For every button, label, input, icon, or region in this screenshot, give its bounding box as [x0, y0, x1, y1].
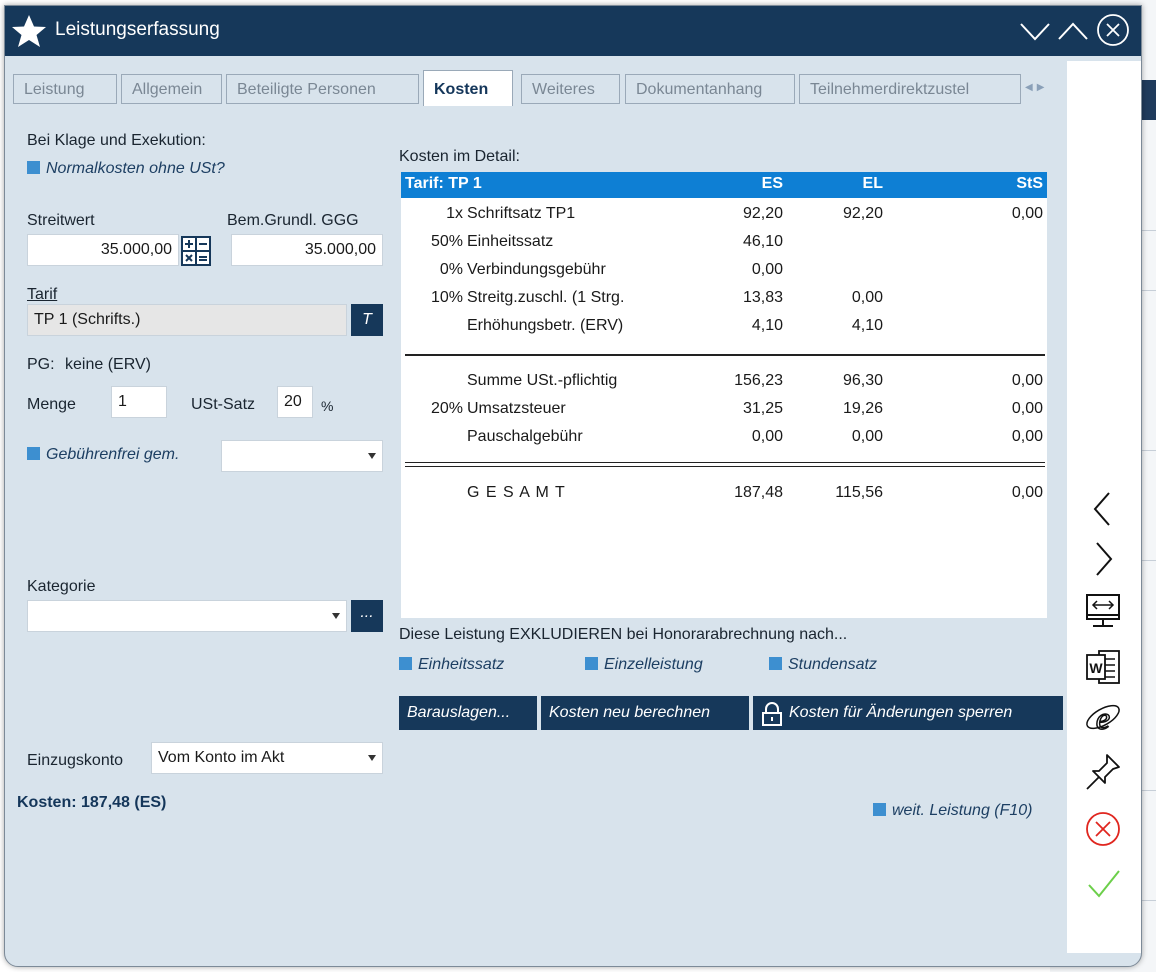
internet-explorer-icon[interactable]: e: [1081, 697, 1125, 737]
kosten-neu-berechnen-button[interactable]: Kosten neu berechnen: [541, 696, 749, 730]
einzugskonto-dropdown[interactable]: Vom Konto im Akt: [151, 742, 383, 774]
divider: [405, 354, 1045, 356]
barauslagen-button[interactable]: Barauslagen...: [399, 696, 537, 730]
streitwert-label: Streitwert: [27, 212, 95, 229]
expand-up-icon[interactable]: [1055, 12, 1091, 48]
weitere-leistung-checkbox[interactable]: weit. Leistung (F10): [873, 802, 1033, 820]
lock-icon: [762, 702, 782, 726]
checkbox-square: [27, 161, 40, 174]
header-el: EL: [862, 175, 883, 192]
header-sts: StS: [1016, 175, 1043, 192]
confirm-check-icon[interactable]: [1081, 863, 1125, 903]
chevron-down-icon: [332, 613, 340, 619]
cost-table-header: Tarif: TP 1 ES EL StS: [401, 172, 1047, 198]
pg-value: keine (ERV): [65, 356, 151, 373]
exclude-label: Diese Leistung EXKLUDIEREN bei Honorarab…: [399, 626, 848, 643]
checkbox-square: [399, 657, 412, 670]
ust-satz-input[interactable]: 20: [277, 386, 313, 418]
leistungserfassung-dialog: Leistungserfassung Leistung Allgemein Be…: [4, 5, 1142, 967]
header-tarif: Tarif: TP 1: [405, 175, 482, 192]
menge-label: Menge: [27, 396, 76, 413]
tab-dokumentanhang[interactable]: Dokumentanhang: [625, 74, 795, 104]
exclude-einzelleistung-checkbox[interactable]: Einzelleistung: [585, 656, 703, 674]
star-icon: [12, 15, 46, 47]
klage-label: Bei Klage und Exekution:: [27, 132, 206, 149]
right-sidebar: W e: [1067, 61, 1141, 953]
svg-text:W: W: [1089, 660, 1103, 676]
pin-icon[interactable]: [1081, 751, 1125, 791]
kategorie-dropdown[interactable]: [27, 600, 347, 632]
streitwert-input[interactable]: 35.000,00: [27, 234, 179, 266]
tab-allgemein[interactable]: Allgemein: [121, 74, 222, 104]
kategorie-label: Kategorie: [27, 578, 96, 595]
einzugskonto-label: Einzugskonto: [27, 752, 124, 769]
kosten-sperren-button[interactable]: Kosten für Änderungen sperren: [753, 696, 1063, 730]
ust-unit: %: [321, 398, 334, 414]
tab-weiteres[interactable]: Weiteres: [521, 74, 620, 104]
tab-beteiligte-personen[interactable]: Beteiligte Personen: [226, 74, 419, 104]
cost-detail-table: Tarif: TP 1 ES EL StS 1x Schriftsatz TP1…: [401, 172, 1047, 618]
svg-text:e: e: [1096, 700, 1110, 736]
checkbox-square: [769, 657, 782, 670]
gebuehrenfrei-dropdown[interactable]: [221, 440, 383, 472]
pg-label: PG:: [27, 356, 55, 373]
tarif-select-button[interactable]: T: [351, 304, 383, 336]
tab-leistung[interactable]: Leistung: [13, 74, 117, 104]
kosten-im-detail-label: Kosten im Detail:: [399, 148, 520, 165]
bemgrundl-label: Bem.Grundl. GGG: [227, 212, 359, 229]
chevron-down-icon: [368, 755, 376, 761]
window-title: Leistungserfassung: [55, 19, 220, 40]
tab-kosten[interactable]: Kosten: [423, 70, 513, 106]
bemgrundl-input[interactable]: 35.000,00: [231, 234, 383, 266]
gebuehrenfrei-checkbox[interactable]: Gebührenfrei gem.: [27, 446, 179, 464]
word-icon[interactable]: W: [1081, 647, 1125, 687]
tab-scroll-arrows[interactable]: ◀▶: [1025, 82, 1048, 93]
checkbox-square: [585, 657, 598, 670]
collapse-down-icon[interactable]: [1017, 12, 1053, 48]
calculator-icon[interactable]: [181, 236, 211, 266]
tab-teilnehmerdirektzustellung[interactable]: Teilnehmerdirektzustel: [799, 74, 1021, 104]
tab-bar: Leistung Allgemein Beteiligte Personen K…: [13, 70, 1063, 106]
header-es: ES: [761, 175, 783, 192]
title-bar: Leistungserfassung: [5, 6, 1141, 56]
exclude-einheitssatz-checkbox[interactable]: Einheitssatz: [399, 656, 504, 674]
double-divider-bottom: [405, 466, 1045, 467]
chevron-down-icon: [368, 453, 376, 459]
double-divider-top: [405, 462, 1045, 463]
kosten-summary: Kosten: 187,48 (ES): [17, 794, 167, 811]
cancel-icon[interactable]: [1081, 809, 1125, 849]
chevron-right-icon[interactable]: [1081, 539, 1125, 579]
exclude-stundensatz-checkbox[interactable]: Stundensatz: [769, 656, 877, 674]
tarif-label: Tarif: [27, 286, 58, 303]
close-icon[interactable]: [1095, 12, 1131, 48]
tarif-field[interactable]: TP 1 (Schrifts.): [27, 304, 347, 336]
menge-input[interactable]: 1: [111, 386, 167, 418]
checkbox-square: [873, 803, 886, 816]
normalkosten-checkbox[interactable]: Normalkosten ohne USt?: [27, 160, 225, 178]
kategorie-browse-button[interactable]: ...: [351, 600, 383, 632]
screen-resize-icon[interactable]: [1081, 591, 1125, 631]
checkbox-square: [27, 447, 40, 460]
chevron-left-icon[interactable]: [1081, 489, 1125, 529]
ust-satz-label: USt-Satz: [191, 396, 256, 413]
